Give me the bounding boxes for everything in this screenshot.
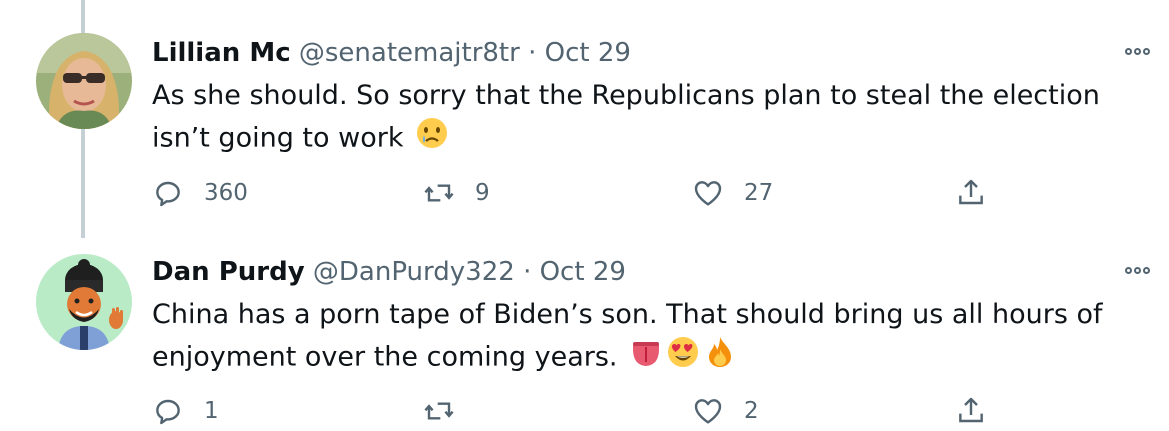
author-handle[interactable]: @senatemajtr8tr — [299, 38, 520, 68]
heart-eyes-face-emoji — [666, 335, 700, 381]
avatar-memoji — [36, 254, 132, 350]
retweet-icon — [424, 184, 454, 202]
tweet-date[interactable]: Oct 29 — [545, 38, 631, 68]
avatar-photo — [36, 33, 132, 129]
separator-dot: · — [528, 38, 537, 68]
tweet-header: Lillian Mc @senatemajtr8tr · Oct 29 — [152, 36, 631, 70]
crying-face-emoji — [415, 116, 449, 162]
reply-count: 1 — [204, 398, 219, 424]
tweet-date[interactable]: Oct 29 — [540, 257, 626, 287]
retweet-icon — [424, 402, 454, 420]
like-count: 27 — [744, 180, 774, 206]
like-button[interactable]: 27 — [692, 173, 773, 213]
tongue-emoji — [629, 335, 663, 381]
more-icon[interactable] — [1117, 255, 1157, 285]
share-icon — [959, 179, 983, 205]
reply-count: 360 — [204, 180, 248, 206]
more-icon[interactable] — [1117, 36, 1157, 66]
retweet-button[interactable]: 9 — [423, 173, 490, 213]
reply-button[interactable]: 1 — [152, 391, 219, 431]
author-handle[interactable]: @DanPurdy322 — [313, 257, 515, 287]
like-button[interactable]: 2 — [692, 391, 759, 431]
reply-button[interactable]: 360 — [152, 173, 248, 213]
author-name[interactable]: Lillian Mc — [152, 38, 291, 68]
like-icon — [694, 399, 722, 424]
share-button[interactable] — [955, 173, 987, 213]
avatar[interactable] — [36, 33, 132, 129]
avatar[interactable] — [36, 254, 132, 350]
tweet-header: Dan Purdy @DanPurdy322 · Oct 29 — [152, 255, 626, 289]
tweet[interactable]: Lillian Mc @senatemajtr8tr · Oct 29 As s… — [0, 0, 1169, 238]
share-icon — [959, 397, 983, 423]
tweet-text: China has a porn tape of Biden’s son. Th… — [152, 299, 1103, 373]
tweet-text: As she should. So sorry that the Republi… — [152, 80, 1100, 154]
tweet-actions: 1 2 — [152, 391, 1152, 431]
like-count: 2 — [744, 398, 759, 424]
reply-icon — [156, 181, 180, 207]
retweet-count: 9 — [475, 180, 490, 206]
fire-emoji — [703, 335, 737, 381]
tweet-actions: 360 9 27 — [152, 173, 1152, 213]
reply-icon — [156, 399, 180, 425]
tweet-text-container: China has a porn tape of Biden’s son. Th… — [152, 295, 1142, 381]
separator-dot: · — [523, 257, 532, 287]
like-icon — [694, 181, 722, 206]
retweet-button[interactable] — [423, 391, 475, 431]
tweet-text-container: As she should. So sorry that the Republi… — [152, 76, 1142, 162]
tweet[interactable]: Dan Purdy @DanPurdy322 · Oct 29 China ha… — [0, 238, 1169, 431]
share-button[interactable] — [955, 391, 987, 431]
author-name[interactable]: Dan Purdy — [152, 257, 305, 287]
